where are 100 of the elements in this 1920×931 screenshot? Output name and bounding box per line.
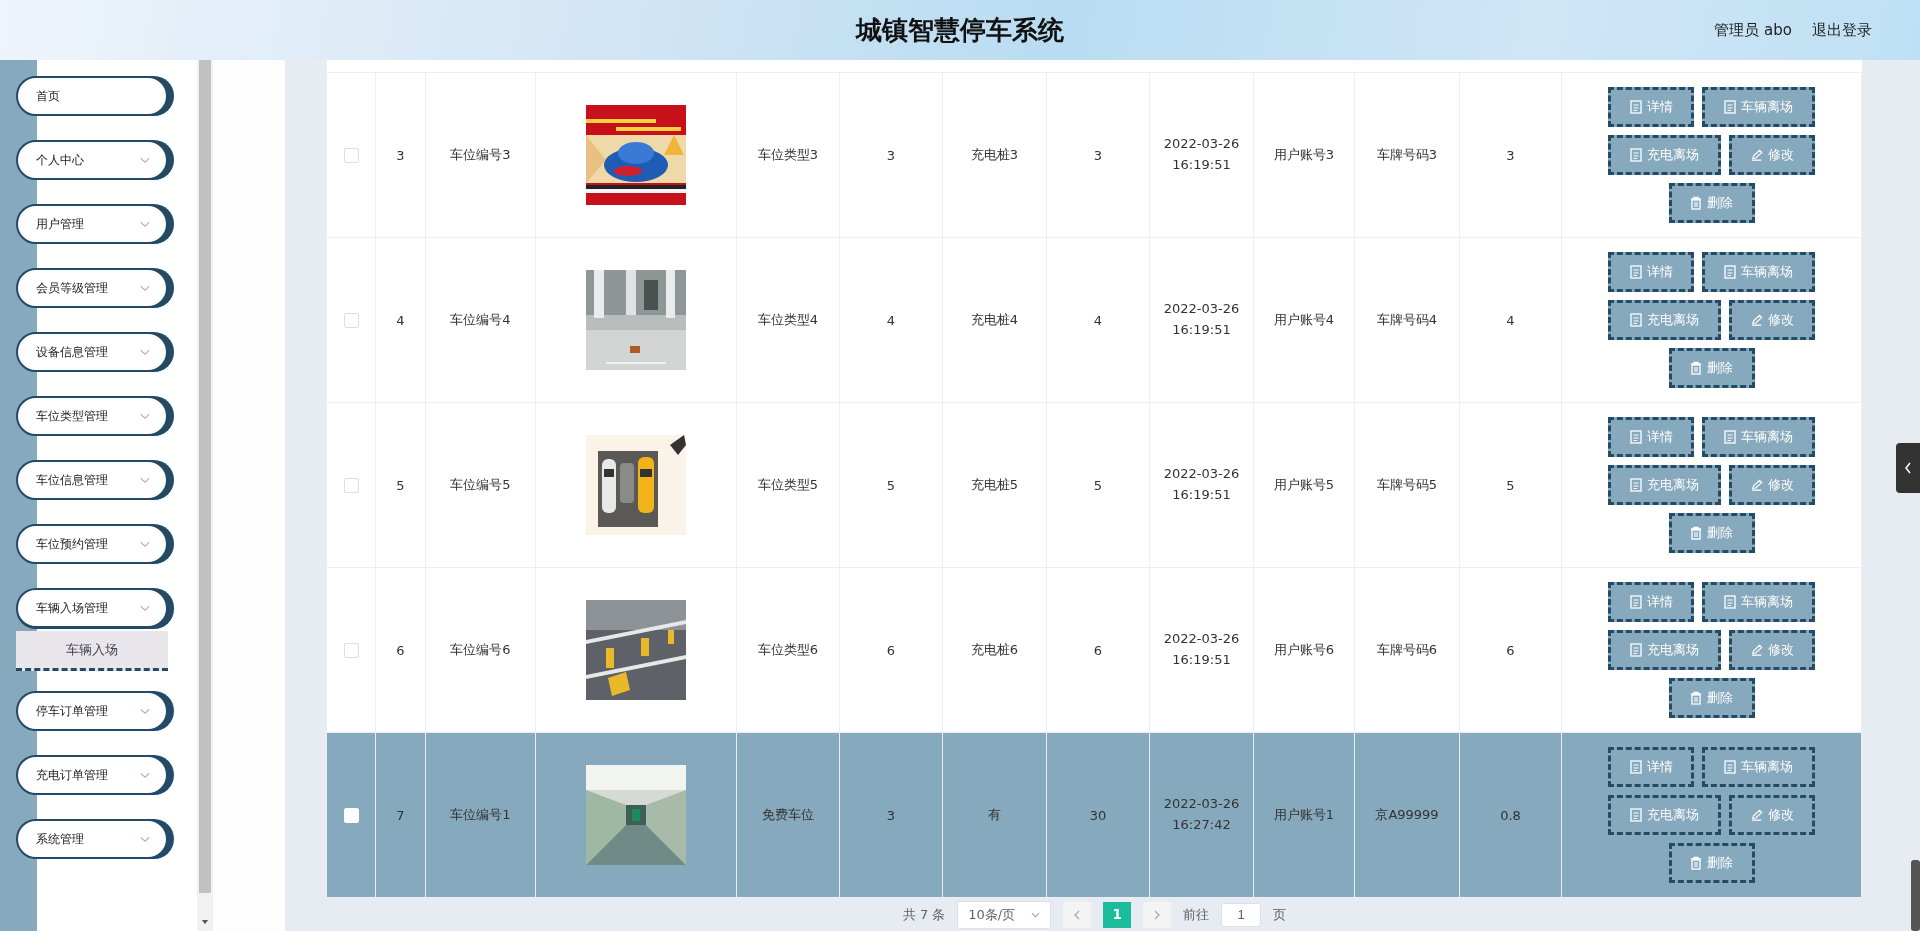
trash-icon	[1690, 526, 1702, 540]
next-page-button[interactable]	[1143, 901, 1172, 928]
plate-number-cell: 车牌号码5	[1376, 476, 1438, 494]
delete-button[interactable]: 删除	[1668, 678, 1755, 718]
table-cell: 6	[1506, 642, 1515, 658]
space-number-cell: 车位编号1	[450, 806, 511, 824]
action-button[interactable]: 车辆离场	[1702, 252, 1815, 292]
table-row[interactable]: 4 车位编号4 车位类型4 4 充电桩4 4 2022-03-26 16:19:51 用户账号4 车牌号码4 4 详情 车辆离场 充电离场 修改 删除	[327, 238, 1862, 403]
table-cell: 0.8	[1500, 807, 1521, 823]
page-input-field[interactable]: 1	[1221, 902, 1262, 927]
edit-button[interactable]: 修改	[1729, 135, 1815, 175]
page-size-select[interactable]: 10条/页	[957, 900, 1052, 929]
table-cell: 3	[1093, 147, 1103, 163]
document-icon	[1724, 100, 1736, 114]
table-row[interactable]: 6 车位编号6 车位类型6 6 充电桩6 6 2022-03-26 16:19:51 用户账号6 车牌号码6 6 详情 车辆离场 充电离场 修改 删除	[327, 568, 1862, 733]
action-button[interactable]: 充电离场	[1608, 135, 1721, 175]
plate-number-cell: 京A99999	[1375, 806, 1439, 824]
delete-button[interactable]: 删除	[1668, 183, 1755, 223]
action-button[interactable]: 详情	[1608, 582, 1694, 622]
table-row[interactable]: 7 车位编号1 免费车位 3 有 30 2022-03-26 16:27:42 用户账号1 京A99999 0.8 详情 车辆离场 充电离场 修改 删除	[327, 733, 1862, 898]
charging-pile-cell: 有	[988, 806, 1001, 824]
document-icon	[1629, 760, 1642, 774]
space-number-cell: 车位编号6	[450, 641, 511, 659]
space-number-cell: 车位编号3	[450, 146, 511, 164]
action-button[interactable]: 车辆离场	[1702, 747, 1815, 787]
system-title: 城镇智慧停车系统	[856, 13, 1064, 47]
action-button[interactable]: 详情	[1608, 252, 1694, 292]
document-icon	[1629, 265, 1642, 279]
edit-button[interactable]: 修改	[1729, 465, 1815, 505]
table-cell: 5	[886, 477, 896, 493]
down-arrow-icon[interactable]	[201, 920, 209, 925]
action-button[interactable]: 详情	[1608, 747, 1694, 787]
document-icon	[1630, 808, 1642, 822]
action-button[interactable]: 充电离场	[1608, 300, 1721, 340]
table-cell: 5	[1506, 477, 1515, 493]
user-account-cell: 用户账号4	[1273, 311, 1335, 329]
table-cell: 30	[1089, 807, 1107, 823]
table-row[interactable]: 5 车位编号5 车位类型5 5 充电桩5 5 2022-03-26 16:19:51 用户账号5 车牌号码5 5 详情 车辆离场 充电离场 修改 删除	[327, 403, 1862, 568]
sidebar-submenu-item[interactable]: 车辆入场	[16, 631, 168, 671]
delete-button[interactable]: 删除	[1668, 348, 1755, 388]
table-cell: 4	[886, 312, 896, 328]
table-cell: 3	[886, 807, 896, 823]
space-type-cell: 车位类型3	[757, 146, 819, 164]
space-type-cell: 免费车位	[762, 806, 814, 824]
edit-button[interactable]: 修改	[1729, 795, 1815, 835]
chevron-icon	[140, 540, 150, 548]
row-checkbox[interactable]	[343, 312, 359, 328]
trash-icon	[1690, 691, 1702, 705]
user-account-cell: 用户账号6	[1273, 641, 1335, 659]
user-account-cell: 用户账号3	[1273, 146, 1335, 164]
pencil-icon	[1750, 643, 1763, 657]
time-cell-text: 2022-03-26 16:19:51	[1162, 630, 1241, 669]
scrollbar[interactable]	[1911, 860, 1920, 931]
time-cell-text: 2022-03-26 16:19:51	[1162, 300, 1241, 339]
table-cell: 5	[1093, 477, 1103, 493]
goto-label: 前往	[1183, 905, 1210, 924]
page-number-button[interactable]: 1	[1103, 901, 1132, 928]
document-icon	[1630, 643, 1642, 657]
scrollbar[interactable]	[197, 60, 213, 931]
plate-number-cell: 车牌号码3	[1376, 146, 1438, 164]
plate-number-cell: 车牌号码6	[1376, 641, 1438, 659]
row-checkbox[interactable]	[343, 477, 359, 493]
delete-button[interactable]: 删除	[1668, 843, 1755, 883]
charging-pile-cell: 充电桩5	[970, 476, 1019, 494]
trash-icon	[1690, 196, 1702, 210]
document-icon	[1630, 478, 1642, 492]
row-checkbox[interactable]	[343, 147, 359, 163]
user-account-cell: 用户账号1	[1273, 806, 1335, 824]
chevron-right-icon	[1154, 909, 1161, 920]
space-type-cell: 车位类型5	[757, 476, 819, 494]
space-number-cell: 车位编号4	[450, 311, 511, 329]
action-button[interactable]: 充电离场	[1608, 630, 1721, 670]
action-button[interactable]: 详情	[1608, 417, 1694, 457]
action-button[interactable]: 详情	[1608, 87, 1694, 127]
action-button[interactable]: 充电离场	[1608, 795, 1721, 835]
collapse-tab-button[interactable]	[1896, 443, 1920, 493]
chevron-icon	[140, 348, 150, 356]
action-button[interactable]: 车辆离场	[1702, 417, 1815, 457]
logout-link[interactable]: 退出登录	[1812, 20, 1872, 40]
action-button[interactable]: 车辆离场	[1702, 582, 1815, 622]
chevron-icon	[140, 771, 150, 779]
page-unit-label: 页	[1273, 905, 1287, 924]
edit-button[interactable]: 修改	[1729, 630, 1815, 670]
pencil-icon	[1750, 478, 1763, 492]
row-checkbox[interactable]	[343, 642, 359, 658]
delete-button[interactable]: 删除	[1668, 513, 1755, 553]
table-row[interactable]: 3 车位编号3 车位类型3 3 充电桩3 3 2022-03-26 16:19:51 用户账号3 车牌号码3 3 详情 车辆离场 充电离场 修改 删除	[327, 73, 1862, 238]
caret-icon	[1031, 911, 1041, 918]
chevron-icon	[140, 156, 150, 164]
plate-number-cell: 车牌号码4	[1376, 311, 1438, 329]
table-cell: 3	[1506, 147, 1515, 163]
edit-button[interactable]: 修改	[1729, 300, 1815, 340]
action-button[interactable]: 充电离场	[1608, 465, 1721, 505]
space-type-cell: 车位类型4	[757, 311, 819, 329]
document-icon	[1724, 760, 1736, 774]
document-icon	[1629, 430, 1642, 444]
action-button[interactable]: 车辆离场	[1702, 87, 1815, 127]
chevron-left-icon	[1904, 462, 1912, 474]
previous-page-button[interactable]	[1063, 901, 1092, 928]
id-cell: 3	[396, 147, 405, 163]
